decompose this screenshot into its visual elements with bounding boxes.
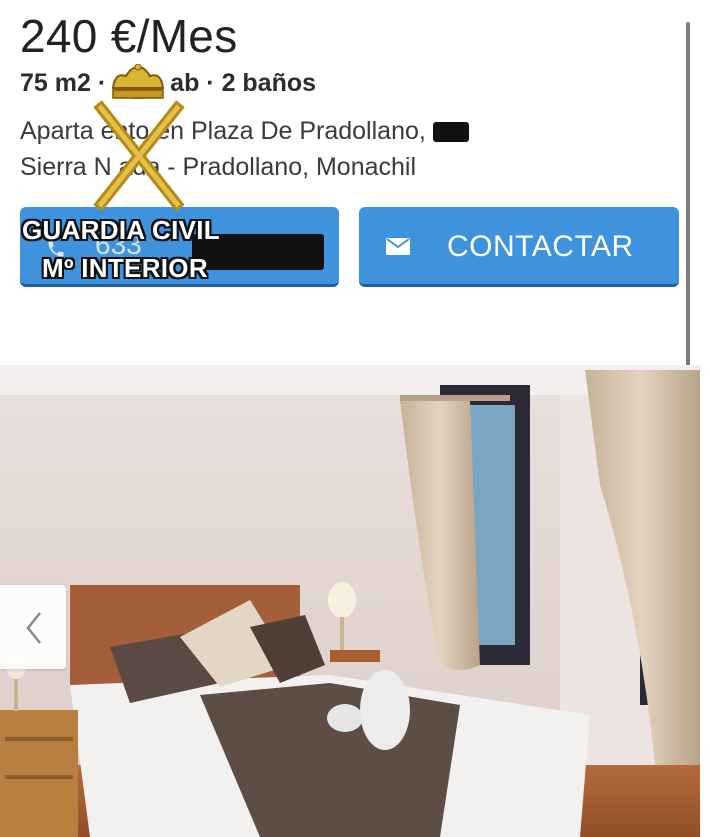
gallery-prev-button[interactable] — [0, 585, 66, 669]
watermark-line-2: Mº INTERIOR — [42, 253, 208, 283]
watermark-text: GUARDIA CIVIL Mº INTERIOR — [22, 211, 282, 287]
listing-rooms-baths: ab · 2 baños — [170, 69, 317, 97]
address-line-2: Sierra N ada - Pradollano, Monachil — [20, 153, 417, 181]
bedroom-photo — [0, 365, 700, 837]
address-line-1: Aparta ento en Plaza De Pradollano, — [20, 117, 426, 145]
contact-button[interactable]: CONTACTAR — [359, 207, 679, 287]
chevron-left-icon — [26, 612, 41, 644]
listing-price: 240 €/Mes — [20, 10, 238, 62]
listing-photo[interactable] — [0, 365, 700, 837]
redaction-box — [432, 122, 469, 143]
mail-icon — [386, 238, 410, 255]
contact-button-label: CONTACTAR — [447, 230, 634, 263]
scrollbar[interactable] — [686, 22, 690, 367]
crown-emblem-icon — [93, 64, 185, 210]
listing-address: Aparta ento en Plaza De Pradollano, Sier… — [20, 113, 469, 185]
watermark-line-1: GUARDIA CIVIL — [22, 215, 220, 245]
